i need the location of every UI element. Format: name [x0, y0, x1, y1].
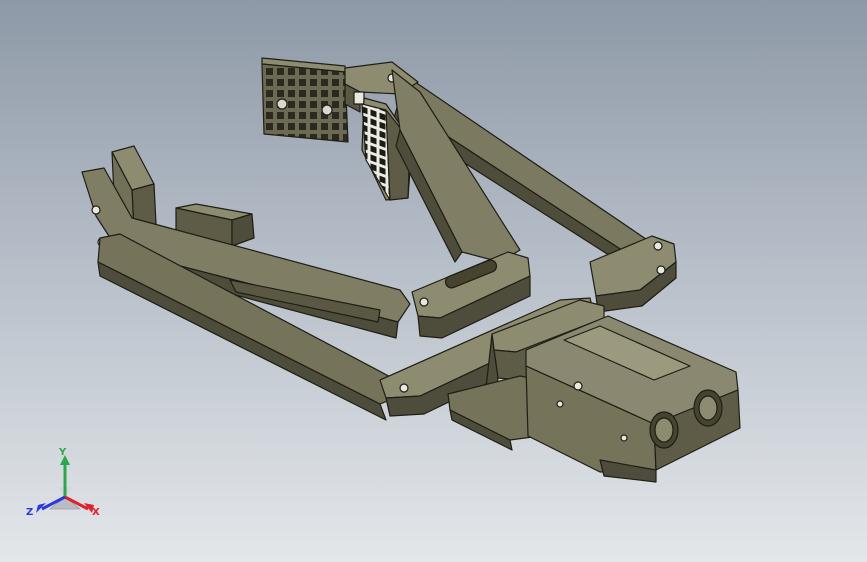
z-axis-label: Z: [26, 507, 33, 518]
gripper-assembly-model[interactable]: [0, 0, 867, 562]
graphics-viewport[interactable]: Y X Z: [0, 0, 867, 562]
back-jaw-pad: [261, 57, 349, 143]
y-axis-label: Y: [58, 447, 67, 458]
axis-triad: Y X Z: [26, 447, 100, 518]
x-axis-label: X: [92, 507, 100, 518]
pneumatic-cylinder: [525, 315, 741, 483]
